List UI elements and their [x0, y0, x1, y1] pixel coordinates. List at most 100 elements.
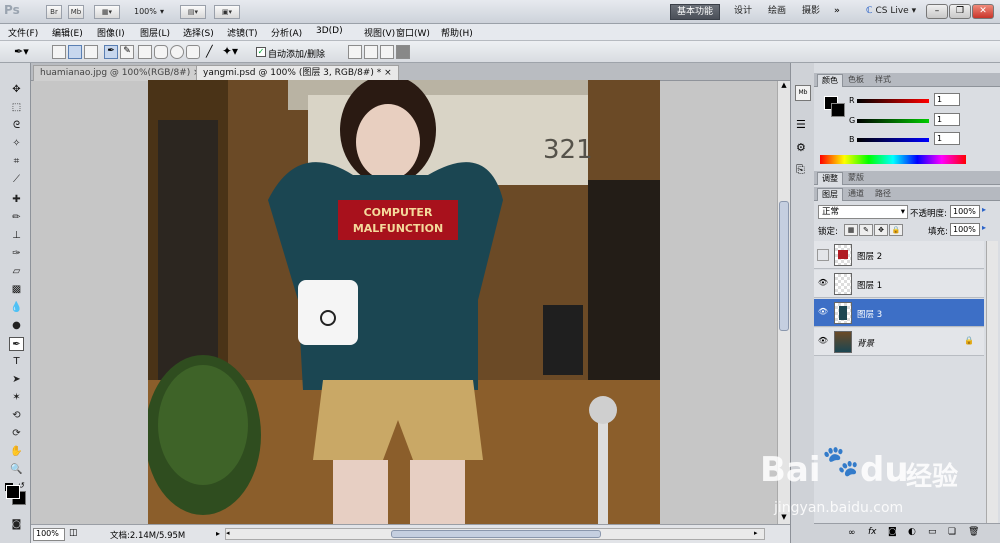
restore-button[interactable]: ❐: [949, 4, 971, 19]
menu-edit[interactable]: 编辑(E): [52, 26, 83, 39]
mini-bridge-dock-icon[interactable]: Mb: [795, 85, 811, 101]
subtract-path-icon[interactable]: [364, 45, 378, 59]
foreground-color-swatch[interactable]: [6, 485, 20, 499]
status-zoom-field[interactable]: 100%: [33, 528, 65, 541]
blue-slider[interactable]: [857, 138, 929, 142]
color-spectrum-bar[interactable]: [820, 155, 966, 164]
history-brush-icon[interactable]: ✑: [9, 247, 24, 261]
quick-select-tool-icon[interactable]: ✧: [9, 137, 24, 151]
menu-3d[interactable]: 3D(D): [316, 26, 343, 36]
visibility-toggle-empty[interactable]: [817, 249, 829, 261]
layer-row-layer3[interactable]: 👁 图层 3: [814, 299, 984, 327]
layer-row-layer1[interactable]: 👁 图层 1: [814, 270, 984, 298]
type-tool-icon[interactable]: T: [9, 355, 24, 369]
menu-view[interactable]: 视图(V): [364, 26, 395, 39]
tab-paths[interactable]: 路径: [871, 188, 895, 201]
eye-icon[interactable]: 👁: [817, 307, 829, 319]
cs-live-button[interactable]: ℂ CS Live ▾: [860, 4, 922, 20]
vertical-scroll-thumb[interactable]: [779, 201, 789, 331]
green-value[interactable]: 1: [934, 113, 960, 126]
eraser-tool-icon[interactable]: ▱: [9, 265, 24, 279]
fill-slider-icon[interactable]: ▸: [982, 223, 986, 232]
layer-name[interactable]: 图层 1: [857, 279, 882, 291]
tab-swatches[interactable]: 色板: [844, 74, 868, 87]
tool-preset-pen-icon[interactable]: ✒▾: [14, 45, 38, 59]
delete-layer-icon[interactable]: 🗑: [968, 527, 979, 537]
menu-help[interactable]: 帮助(H): [441, 26, 473, 39]
opacity-slider-icon[interactable]: ▸: [982, 205, 986, 214]
tab-styles[interactable]: 样式: [871, 74, 895, 87]
layer-name[interactable]: 背景: [857, 337, 874, 349]
fill-value[interactable]: 100%: [950, 223, 980, 236]
minimize-button[interactable]: –: [926, 4, 948, 19]
tab-masks[interactable]: 蒙版: [844, 172, 868, 185]
lasso-tool-icon[interactable]: ᘓ: [9, 119, 24, 133]
rectangle-shape-icon[interactable]: [138, 45, 152, 59]
paths-icon[interactable]: [68, 45, 82, 59]
menu-file[interactable]: 文件(F): [8, 26, 38, 39]
close-button[interactable]: ✕: [972, 4, 994, 19]
fill-pixels-icon[interactable]: [84, 45, 98, 59]
layer-name[interactable]: 图层 2: [857, 250, 882, 262]
layer-row-layer2[interactable]: 图层 2: [814, 241, 984, 269]
opacity-value[interactable]: 100%: [950, 205, 980, 218]
pen-tool-icon[interactable]: ✒: [9, 337, 24, 351]
tab-layers[interactable]: 图层: [817, 188, 843, 201]
menu-filter[interactable]: 滤镜(T): [227, 26, 258, 39]
lock-all-icon[interactable]: 🔒: [889, 224, 903, 236]
shape-tool-icon[interactable]: ✶: [9, 391, 24, 405]
blur-tool-icon[interactable]: 💧: [9, 301, 24, 315]
tab-color[interactable]: 颜色: [817, 74, 843, 87]
polygon-shape-icon[interactable]: [186, 45, 200, 59]
actions-dock-icon[interactable]: ⚙: [796, 141, 806, 154]
quick-mask-icon[interactable]: ◙: [9, 518, 24, 532]
workspace-design[interactable]: 设计: [728, 4, 758, 20]
exclude-path-icon[interactable]: [396, 45, 410, 59]
canvas-photo[interactable]: 321 COMPUTER MALFUNCTION: [148, 80, 660, 524]
workspace-painting[interactable]: 绘画: [762, 4, 792, 20]
arrange-documents-button[interactable]: ▤▾: [180, 5, 206, 19]
eye-icon[interactable]: 👁: [817, 336, 829, 348]
zoom-tool-icon[interactable]: 🔍: [9, 463, 24, 477]
tab-yangmi[interactable]: yangmi.psd @ 100% (图层 3, RGB/8#) * ×: [196, 65, 399, 81]
gradient-tool-icon[interactable]: ▩: [9, 283, 24, 297]
auto-add-delete-checkbox[interactable]: ✓: [256, 47, 266, 57]
freeform-pen-icon[interactable]: ✎: [120, 45, 134, 59]
blue-value[interactable]: 1: [934, 132, 960, 145]
rounded-rectangle-icon[interactable]: [154, 45, 168, 59]
menu-image[interactable]: 图像(I): [97, 26, 125, 39]
3d-rotate-tool-icon[interactable]: ⟲: [9, 409, 24, 423]
bridge-button[interactable]: Br: [46, 5, 62, 19]
zoom-level[interactable]: 100%: [134, 7, 157, 16]
layers-scrollbar[interactable]: [986, 241, 998, 531]
3d-orbit-tool-icon[interactable]: ⟳: [9, 427, 24, 441]
scroll-up-icon[interactable]: ▲: [779, 81, 789, 91]
red-value[interactable]: 1: [934, 93, 960, 106]
hand-tool-icon[interactable]: ✋: [9, 445, 24, 459]
healing-brush-icon[interactable]: ✚: [9, 193, 24, 207]
mini-bridge-button[interactable]: Mb: [68, 5, 84, 19]
menu-layer[interactable]: 图层(L): [140, 26, 170, 39]
red-slider[interactable]: [857, 99, 929, 103]
screen-mode-button[interactable]: ▣▾: [214, 5, 240, 19]
tab-huamianao[interactable]: huamianao.jpg @ 100%(RGB/8#) ×: [33, 65, 208, 81]
menu-analysis[interactable]: 分析(A): [271, 26, 302, 39]
lock-transparent-icon[interactable]: ▦: [844, 224, 858, 236]
history-dock-icon[interactable]: ☰: [796, 118, 806, 131]
ellipse-shape-icon[interactable]: [170, 45, 184, 59]
line-shape-icon[interactable]: ╱: [206, 45, 213, 58]
crop-tool-icon[interactable]: ⌗: [9, 155, 24, 169]
scroll-right-icon[interactable]: ▸: [754, 529, 758, 537]
status-menu-icon[interactable]: ▸: [216, 529, 220, 538]
eye-icon[interactable]: 👁: [817, 278, 829, 290]
marquee-tool-icon[interactable]: ⬚: [9, 101, 24, 115]
scroll-left-icon[interactable]: ◂: [226, 529, 230, 537]
more-workspaces-icon[interactable]: »: [828, 4, 846, 20]
tab-close-icon[interactable]: ×: [384, 68, 392, 78]
pen-tool-icon[interactable]: ✒: [104, 45, 118, 59]
layer-row-background[interactable]: 👁 背景 🔒: [814, 328, 984, 356]
horizontal-scrollbar[interactable]: ◂ ▸: [225, 528, 765, 540]
green-slider[interactable]: [857, 119, 929, 123]
horizontal-scroll-thumb[interactable]: [391, 530, 601, 538]
lock-image-icon[interactable]: ✎: [859, 224, 873, 236]
